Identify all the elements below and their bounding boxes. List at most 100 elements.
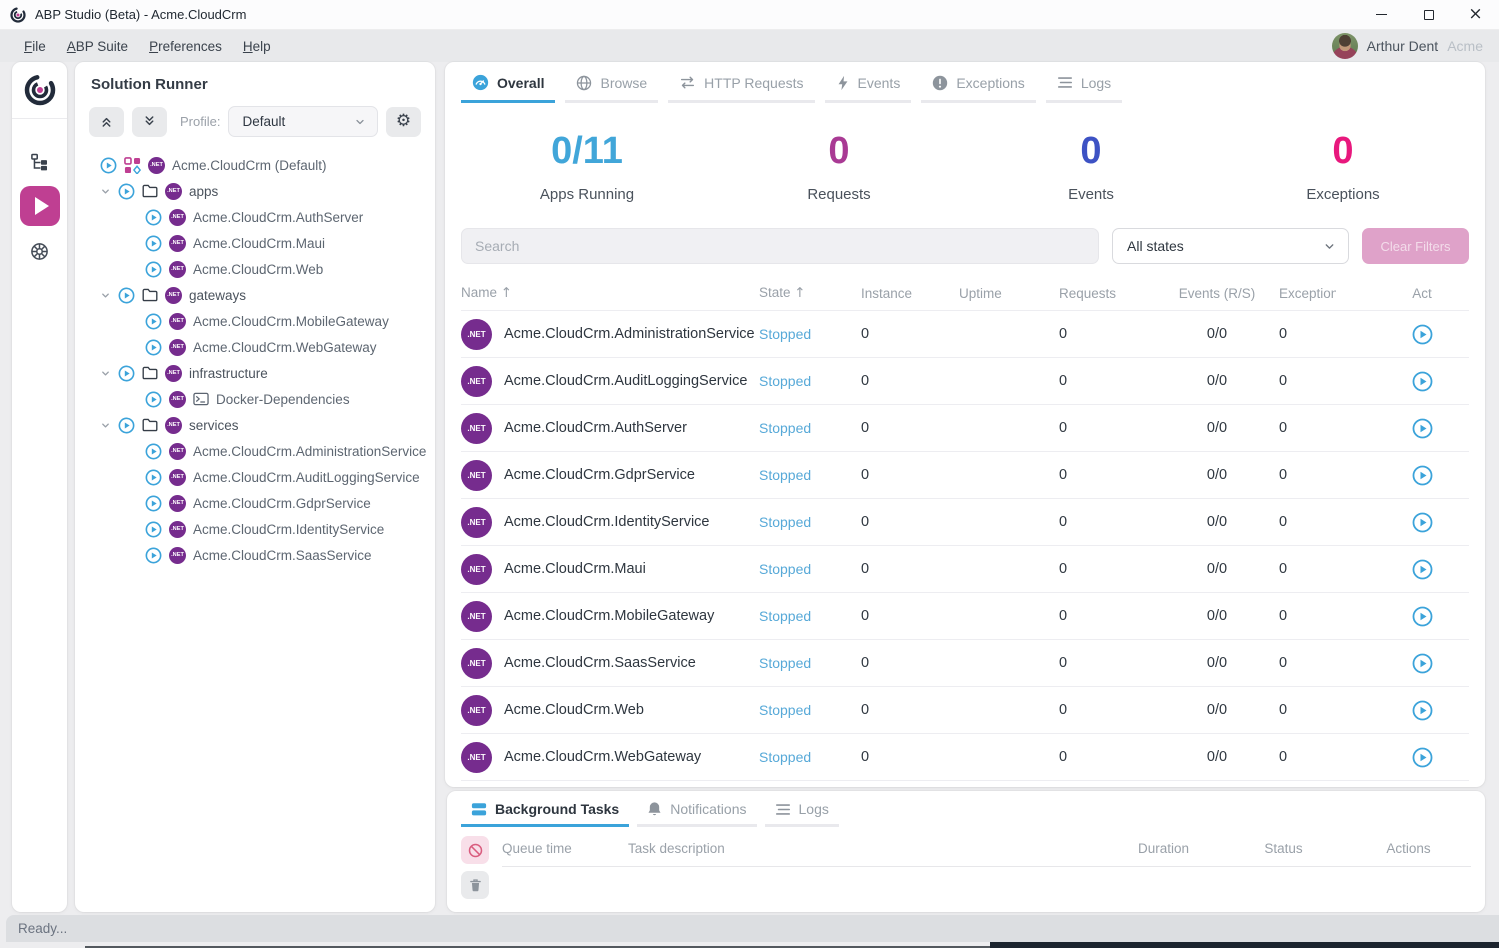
minimize-button[interactable] [1358,0,1405,29]
app-name-cell: .NET Acme.CloudCrm.AdministrationService [461,319,759,350]
tree-item[interactable]: .NET Docker-Dependencies [75,386,435,412]
user-cluster[interactable]: Arthur Dent Acme [1332,30,1483,62]
play-icon[interactable] [118,417,135,434]
tab-http-requests[interactable]: HTTP Requests [668,62,814,103]
clear-tasks-button[interactable] [461,871,489,899]
expand-all-button[interactable] [132,107,167,137]
state-badge: Stopped [759,702,861,718]
table-row[interactable]: .NET Acme.CloudCrm.GdprService Stopped 0… [461,451,1469,498]
play-icon[interactable] [100,157,117,174]
start-app-button[interactable] [1375,653,1469,674]
tab-background-tasks[interactable]: Background Tasks [461,791,629,827]
play-icon[interactable] [118,365,135,382]
table-row[interactable]: .NET Acme.CloudCrm.IdentityService Stopp… [461,498,1469,545]
col-instance[interactable]: Instance [861,286,959,301]
chevron-down-icon[interactable] [100,368,111,379]
kubernetes-button[interactable] [20,231,60,271]
solution-runner-button[interactable] [20,186,60,226]
avatar[interactable] [1332,33,1358,59]
tab-browse[interactable]: Browse [565,62,658,103]
start-app-button[interactable] [1375,465,1469,486]
close-button[interactable]: × [1452,0,1499,29]
clear-filters-button[interactable]: Clear Filters [1362,228,1469,264]
play-icon[interactable] [145,313,162,330]
play-icon[interactable] [145,391,162,408]
tree-item[interactable]: .NET gateways [75,282,435,308]
events-count: 0/0 [1155,749,1279,765]
tree-item[interactable]: .NET Acme.CloudCrm.AuditLoggingService [75,464,435,490]
tree-item[interactable]: .NET Acme.CloudCrm.Maui [75,230,435,256]
chevron-down-icon[interactable] [100,186,111,197]
tab-exceptions[interactable]: Exceptions [921,62,1035,103]
start-app-button[interactable] [1375,512,1469,533]
col-uptime[interactable]: Uptime [959,286,1059,301]
menu-item[interactable]: Help [243,39,271,54]
tree-item[interactable]: .NET services [75,412,435,438]
tab-notifications[interactable]: Notifications [637,791,756,827]
table-row[interactable]: .NET Acme.CloudCrm.AuditLoggingService S… [461,357,1469,404]
table-row[interactable]: .NET Acme.CloudCrm.SaasService Stopped 0… [461,639,1469,686]
table-row[interactable]: .NET Acme.CloudCrm.AuthServer Stopped 0 … [461,404,1469,451]
solution-explorer-button[interactable] [20,141,60,181]
tab-bottom-logs[interactable]: Logs [765,791,839,827]
tree-item[interactable]: .NET Acme.CloudCrm.SaasService [75,542,435,568]
title-bar: ABP Studio (Beta) - Acme.CloudCrm × [0,0,1499,30]
tree-item[interactable]: .NET infrastructure [75,360,435,386]
tree-item[interactable]: .NET Acme.CloudCrm (Default) [75,152,435,178]
chevron-down-icon[interactable] [100,420,111,431]
menu-item[interactable]: Preferences [149,39,222,54]
tree-item[interactable]: .NET Acme.CloudCrm.AdministrationService [75,438,435,464]
start-app-button[interactable] [1375,700,1469,721]
play-icon[interactable] [145,339,162,356]
cancel-tasks-button[interactable] [461,836,489,864]
tree-item[interactable]: .NET Acme.CloudCrm.IdentityService [75,516,435,542]
menu-item[interactable]: ABP Suite [67,39,128,54]
play-icon[interactable] [145,495,162,512]
start-app-button[interactable] [1375,747,1469,768]
col-exceptions[interactable]: Exceptions [1279,286,1375,301]
play-icon[interactable] [145,469,162,486]
play-icon[interactable] [145,209,162,226]
table-row[interactable]: .NET Acme.CloudCrm.MobileGateway Stopped… [461,592,1469,639]
start-app-button[interactable] [1375,606,1469,627]
start-app-button[interactable] [1375,324,1469,345]
runner-settings-button[interactable]: ⚙ [386,107,421,137]
tree-item[interactable]: .NET Acme.CloudCrm.Web [75,256,435,282]
play-icon[interactable] [145,235,162,252]
collapse-all-button[interactable] [89,107,124,137]
play-icon[interactable] [145,521,162,538]
tab-events[interactable]: Events [825,62,912,103]
table-row[interactable]: .NET Acme.CloudCrm.AdministrationService… [461,310,1469,357]
play-icon[interactable] [118,287,135,304]
profile-select[interactable]: Default [228,106,378,137]
play-icon[interactable] [118,183,135,200]
tree-item[interactable]: .NET Acme.CloudCrm.WebGateway [75,334,435,360]
maximize-button[interactable] [1405,0,1452,29]
play-icon[interactable] [145,547,162,564]
play-icon[interactable] [145,261,162,278]
start-app-button[interactable] [1375,371,1469,392]
tree-item[interactable]: .NET Acme.CloudCrm.GdprService [75,490,435,516]
play-icon[interactable] [145,443,162,460]
table-row[interactable]: .NET Acme.CloudCrm.Maui Stopped 0 0 0/0 … [461,545,1469,592]
col-actions[interactable]: Act [1375,286,1469,301]
start-app-button[interactable] [1375,418,1469,439]
tree-item[interactable]: .NET Acme.CloudCrm.AuthServer [75,204,435,230]
tab-overall[interactable]: Overall [461,62,555,103]
tree-item[interactable]: .NET Acme.CloudCrm.MobileGateway [75,308,435,334]
state-filter-select[interactable]: All states [1112,228,1349,264]
chevron-down-icon[interactable] [100,290,111,301]
table-row[interactable]: .NET Acme.CloudCrm.WebGateway Stopped 0 … [461,733,1469,780]
solution-runner-panel: Solution Runner Profile: Default ⚙ [75,62,435,912]
tree-item[interactable]: .NET apps [75,178,435,204]
col-requests[interactable]: Requests [1059,286,1155,301]
col-name[interactable]: Name ↑ [461,285,759,301]
col-state[interactable]: State ↑ [759,285,861,301]
menu-item[interactable]: File [24,39,46,54]
col-task-actions: Actions [1346,841,1471,856]
tab-logs[interactable]: Logs [1046,62,1122,103]
table-row[interactable]: .NET Acme.CloudCrm.Web Stopped 0 0 0/0 0 [461,686,1469,733]
search-input[interactable] [461,228,1099,264]
col-events[interactable]: Events (R/S) [1155,286,1279,301]
start-app-button[interactable] [1375,559,1469,580]
